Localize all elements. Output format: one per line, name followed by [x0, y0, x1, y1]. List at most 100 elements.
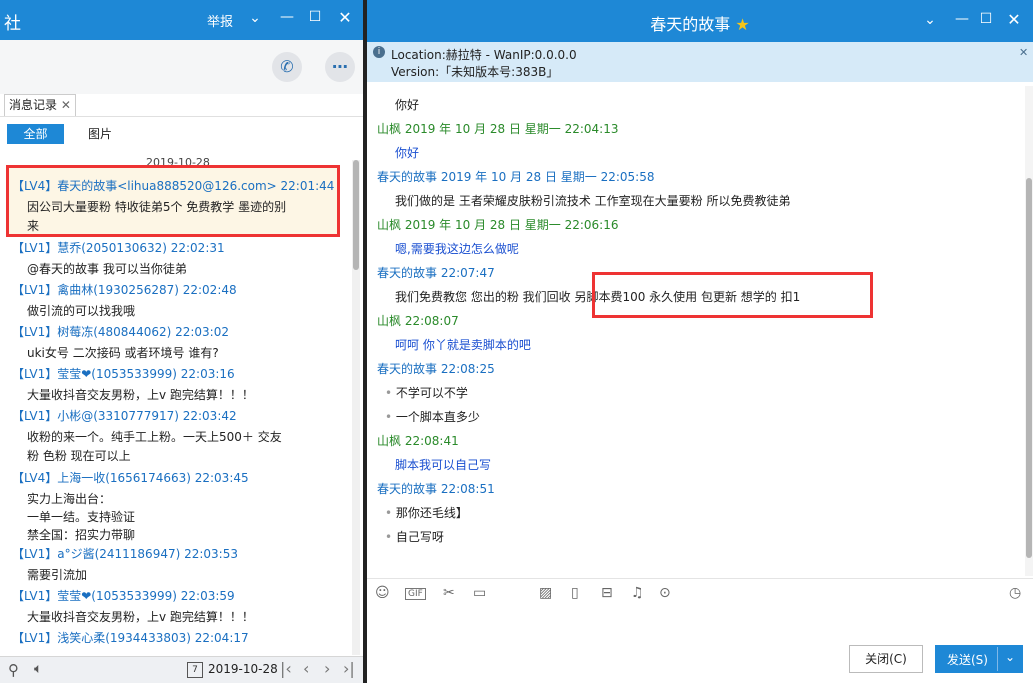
right-title-bar: 春天的故事 ★ ⌄ — ☐ ✕	[367, 0, 1033, 42]
tab-message-history-label: 消息记录	[9, 98, 58, 112]
scroll-thumb[interactable]	[353, 160, 359, 270]
calendar-icon[interactable]: 7	[187, 662, 203, 678]
gif-icon[interactable]: GIF	[405, 588, 426, 600]
chat-scrollbar[interactable]	[1025, 86, 1033, 576]
close-icon[interactable]: ✕	[1003, 10, 1025, 29]
history-message-header: 【LV1】禽曲林(1930256287) 22:02:48	[12, 283, 237, 297]
tab-close-icon[interactable]: ✕	[61, 98, 71, 112]
chevron-down-icon[interactable]: ⌄	[919, 12, 941, 28]
history-message-body: uki女号 二次接码 或者环境号 谁有?	[27, 346, 219, 360]
history-window: 社 举报 ⌄ — ☐ ✕ ✆ ⋯ 消息记录 ✕ 全部 图片 2019-10-28…	[0, 0, 363, 683]
chat-text: 山枫 22:08:41	[377, 434, 459, 448]
left-window-title: 社	[4, 14, 21, 34]
chat-message: • 一个脚本直多少	[385, 408, 480, 425]
input-toolbar: ☺ GIF ✂ ▭ ▨ ▯ ⊟ ♫ ⊙ ◷	[367, 578, 1033, 609]
search-icon[interactable]: ⚲	[8, 661, 19, 679]
history-message-body: 做引流的可以找我哦	[27, 304, 136, 318]
chat-text: 春天的故事 22:08:51	[377, 482, 495, 496]
chat-text: 嗯,需要我这边怎么做呢	[395, 242, 519, 256]
chat-text: 自己写呀	[395, 530, 444, 544]
tab-message-history[interactable]: 消息记录 ✕	[4, 94, 76, 116]
folder-icon[interactable]: ▭	[473, 585, 486, 601]
filter-images-button[interactable]: 图片	[88, 124, 112, 144]
red-packet-icon[interactable]: ⊟	[601, 585, 613, 601]
history-message-header: 【LV1】a°ジ酱(2411186947) 22:03:53	[12, 547, 238, 561]
phone-icon[interactable]: ✆	[272, 52, 302, 82]
send-label: 发送(S)	[947, 653, 988, 667]
chevron-down-icon[interactable]: ⌄	[244, 10, 266, 26]
chat-message: 脚本我可以自己写	[395, 456, 491, 473]
chat-message: 你好	[395, 144, 419, 161]
more-icon[interactable]: ⋯	[325, 52, 355, 82]
banner-close-icon[interactable]: ✕	[1019, 46, 1028, 59]
history-message-header: 【LV1】莹莹❤(1053533999) 22:03:59	[12, 589, 235, 603]
chat-text: 山枫 22:08:07	[377, 314, 459, 328]
history-message-body: @春天的故事 我可以当你徒弟	[27, 262, 187, 276]
scissors-icon[interactable]: ✂	[443, 585, 455, 601]
minimize-icon[interactable]: —	[276, 9, 298, 25]
emoji-icon[interactable]: ☺	[375, 585, 390, 601]
history-message-body: 一单一结。支持验证	[27, 510, 136, 524]
history-message-header: 【LV4】上海一收(1656174663) 22:03:45	[12, 471, 249, 485]
bullet-icon: •	[385, 506, 396, 520]
chevron-down-icon[interactable]: ⌄	[1005, 650, 1015, 664]
chat-sender-line: 山枫 22:08:41	[377, 432, 459, 449]
prev-page-icon[interactable]: ‹	[303, 659, 309, 678]
chat-message: • 不学可以不学	[385, 384, 468, 401]
history-message-body: 实力上海出台：	[27, 492, 112, 506]
history-message-body: 因公司大量要粉 特收徒弟5个 免费教学 墨迹的别	[27, 200, 287, 214]
chat-text: 我们做的是 王者荣耀皮肤粉引流技术 工作室现在大量要粉 所以免费教徒弟	[395, 194, 791, 208]
send-button[interactable]: 发送(S) ⌄	[935, 645, 1023, 673]
close-icon[interactable]: ✕	[334, 8, 356, 27]
next-page-icon[interactable]: ›	[324, 659, 330, 678]
chat-text: 春天的故事 22:07:47	[377, 266, 495, 280]
chat-message: • 自己写呀	[385, 528, 444, 545]
phone-screen-icon[interactable]: ▯	[571, 585, 579, 601]
info-icon: i	[373, 46, 385, 58]
left-toolbar: ✆ ⋯	[0, 40, 363, 94]
chat-sender-line: 春天的故事 22:08:51	[377, 480, 495, 497]
maximize-icon[interactable]: ☐	[975, 11, 997, 27]
location-line: Location:赫拉特 - WanIP:0.0.0.0	[391, 48, 577, 62]
history-clock-icon[interactable]: ◷	[1009, 585, 1021, 601]
history-message-body: 收粉的来一个。纯手工上粉。一天上500＋ 交友	[27, 430, 282, 444]
chat-text: 不学可以不学	[395, 386, 468, 400]
image-icon[interactable]: ▨	[539, 585, 552, 601]
history-message-header: 【LV1】浅笑心柔(1934433803) 22:04:17	[12, 631, 249, 645]
left-title-bar: 社 举报 ⌄ — ☐ ✕	[0, 0, 363, 40]
chat-sender-line: 山枫 2019 年 10 月 28 日 星期一 22:06:16	[377, 216, 619, 233]
history-message-header: 【LV1】慧乔(2050130632) 22:02:31	[12, 241, 225, 255]
chat-message: 你好	[395, 96, 419, 113]
history-date: 2019-10-28	[208, 662, 278, 676]
chat-sender-line: 春天的故事 22:07:47	[377, 264, 495, 281]
chat-title: 春天的故事	[650, 15, 731, 34]
chat-sender-line: 山枫 2019 年 10 月 28 日 星期一 22:04:13	[377, 120, 619, 137]
history-message-body: 粉 色粉 现在可以上	[27, 449, 131, 463]
filter-all-button[interactable]: 全部	[7, 124, 64, 144]
chat-sender-line: 春天的故事 22:08:25	[377, 360, 495, 377]
history-scrollbar[interactable]	[352, 160, 360, 655]
chat-text: 那你还毛线】	[395, 506, 468, 520]
first-page-icon[interactable]: |‹	[280, 659, 292, 678]
report-link[interactable]: 举报	[207, 11, 233, 30]
music-icon[interactable]: ♫	[631, 585, 644, 601]
maximize-icon[interactable]: ☐	[304, 9, 326, 25]
scroll-thumb[interactable]	[1026, 178, 1032, 558]
minimize-icon[interactable]: —	[951, 11, 973, 27]
history-message-header: 【LV4】春天的故事<lihua888520@126.com> 22:01:44	[12, 179, 335, 193]
chat-text: 你好	[395, 98, 420, 112]
chat-messages: 你好 山枫 2019 年 10 月 28 日 星期一 22:04:13 你好 春天的故…	[367, 86, 1023, 576]
speaker-icon[interactable]: 🔈︎	[34, 661, 42, 677]
more-icon[interactable]: ⊙	[659, 585, 671, 601]
left-tab-bar: 消息记录 ✕	[0, 94, 363, 117]
last-page-icon[interactable]: ›|	[343, 659, 355, 678]
chat-message: 我们做的是 王者荣耀皮肤粉引流技术 工作室现在大量要粉 所以免费教徒弟	[395, 192, 790, 209]
history-message-body: 禁全国：招实力带聊	[27, 528, 136, 542]
highlight-box	[592, 272, 873, 318]
chat-text: 你好	[395, 146, 420, 160]
bullet-icon: •	[385, 410, 396, 424]
bullet-icon: •	[385, 530, 396, 544]
star-icon: ★	[735, 15, 750, 34]
close-button[interactable]: 关闭(C)	[849, 645, 923, 673]
history-list: 【LV4】春天的故事<lihua888520@126.com> 22:01:44…	[0, 152, 350, 655]
